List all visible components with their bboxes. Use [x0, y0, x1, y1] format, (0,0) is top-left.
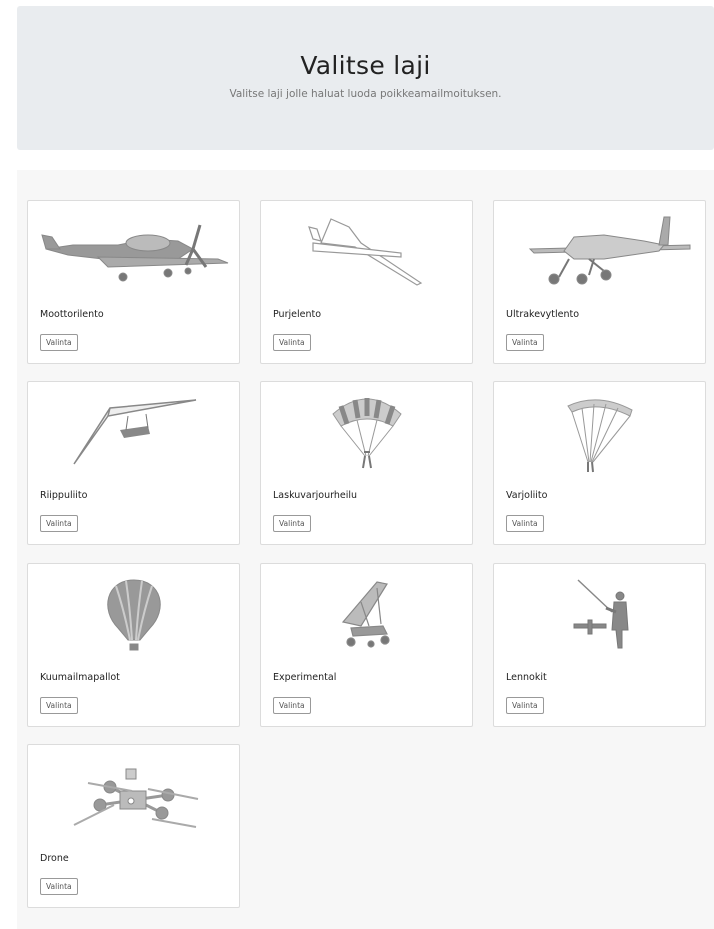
- select-button[interactable]: Valinta: [506, 334, 544, 351]
- sport-card-riippuliito[interactable]: Riippuliito Valinta: [27, 381, 240, 545]
- sport-card-kuumailmapallot[interactable]: Kuumailmapallot Valinta: [27, 563, 240, 727]
- drone-icon: [28, 749, 241, 845]
- select-button[interactable]: Valinta: [273, 515, 311, 532]
- sport-label: Riippuliito: [40, 490, 88, 501]
- page-header: Valitse laji Valitse laji jolle haluat l…: [17, 6, 714, 150]
- select-button[interactable]: Valinta: [40, 334, 78, 351]
- page-subtitle: Valitse laji jolle haluat luoda poikkeam…: [229, 88, 502, 100]
- paraglider-icon: [494, 386, 707, 482]
- sport-label: Experimental: [273, 672, 337, 683]
- sport-card-laskuvarjourheilu[interactable]: Laskuvarjourheilu Valinta: [260, 381, 473, 545]
- sport-card-experimental[interactable]: Experimental Valinta: [260, 563, 473, 727]
- page-title: Valitse laji: [300, 51, 431, 80]
- motor-plane-icon: [28, 205, 241, 301]
- sport-card-lennokit[interactable]: Lennokit Valinta: [493, 563, 706, 727]
- sport-label: Varjoliito: [506, 490, 548, 501]
- sport-label: Purjelento: [273, 309, 322, 320]
- sport-label: Drone: [40, 853, 69, 864]
- sport-card-drone[interactable]: Drone Valinta: [27, 744, 240, 908]
- select-button[interactable]: Valinta: [40, 515, 78, 532]
- sport-selection-panel: Moottorilento Valinta Purjelento Valinta: [17, 170, 714, 929]
- select-button[interactable]: Valinta: [273, 334, 311, 351]
- select-button[interactable]: Valinta: [506, 697, 544, 714]
- sport-label: Laskuvarjourheilu: [273, 490, 358, 501]
- rc-model-icon: [494, 568, 707, 664]
- hang-glider-icon: [28, 386, 241, 482]
- sport-label: Lennokit: [506, 672, 547, 683]
- parachute-icon: [261, 386, 474, 482]
- hot-air-balloon-icon: [28, 568, 241, 664]
- select-button[interactable]: Valinta: [40, 697, 78, 714]
- ultralight-plane-icon: [494, 205, 707, 301]
- sport-label: Ultrakevytlento: [506, 309, 580, 320]
- sport-label: Kuumailmapallot: [40, 672, 120, 683]
- sport-card-varjoliito[interactable]: Varjoliito Valinta: [493, 381, 706, 545]
- glider-icon: [261, 205, 474, 301]
- experimental-trike-icon: [261, 568, 474, 664]
- select-button[interactable]: Valinta: [273, 697, 311, 714]
- sport-card-moottorilento[interactable]: Moottorilento Valinta: [27, 200, 240, 364]
- sport-card-ultrakevytlento[interactable]: Ultrakevytlento Valinta: [493, 200, 706, 364]
- select-button[interactable]: Valinta: [40, 878, 78, 895]
- select-button[interactable]: Valinta: [506, 515, 544, 532]
- sport-label: Moottorilento: [40, 309, 104, 320]
- sport-card-purjelento[interactable]: Purjelento Valinta: [260, 200, 473, 364]
